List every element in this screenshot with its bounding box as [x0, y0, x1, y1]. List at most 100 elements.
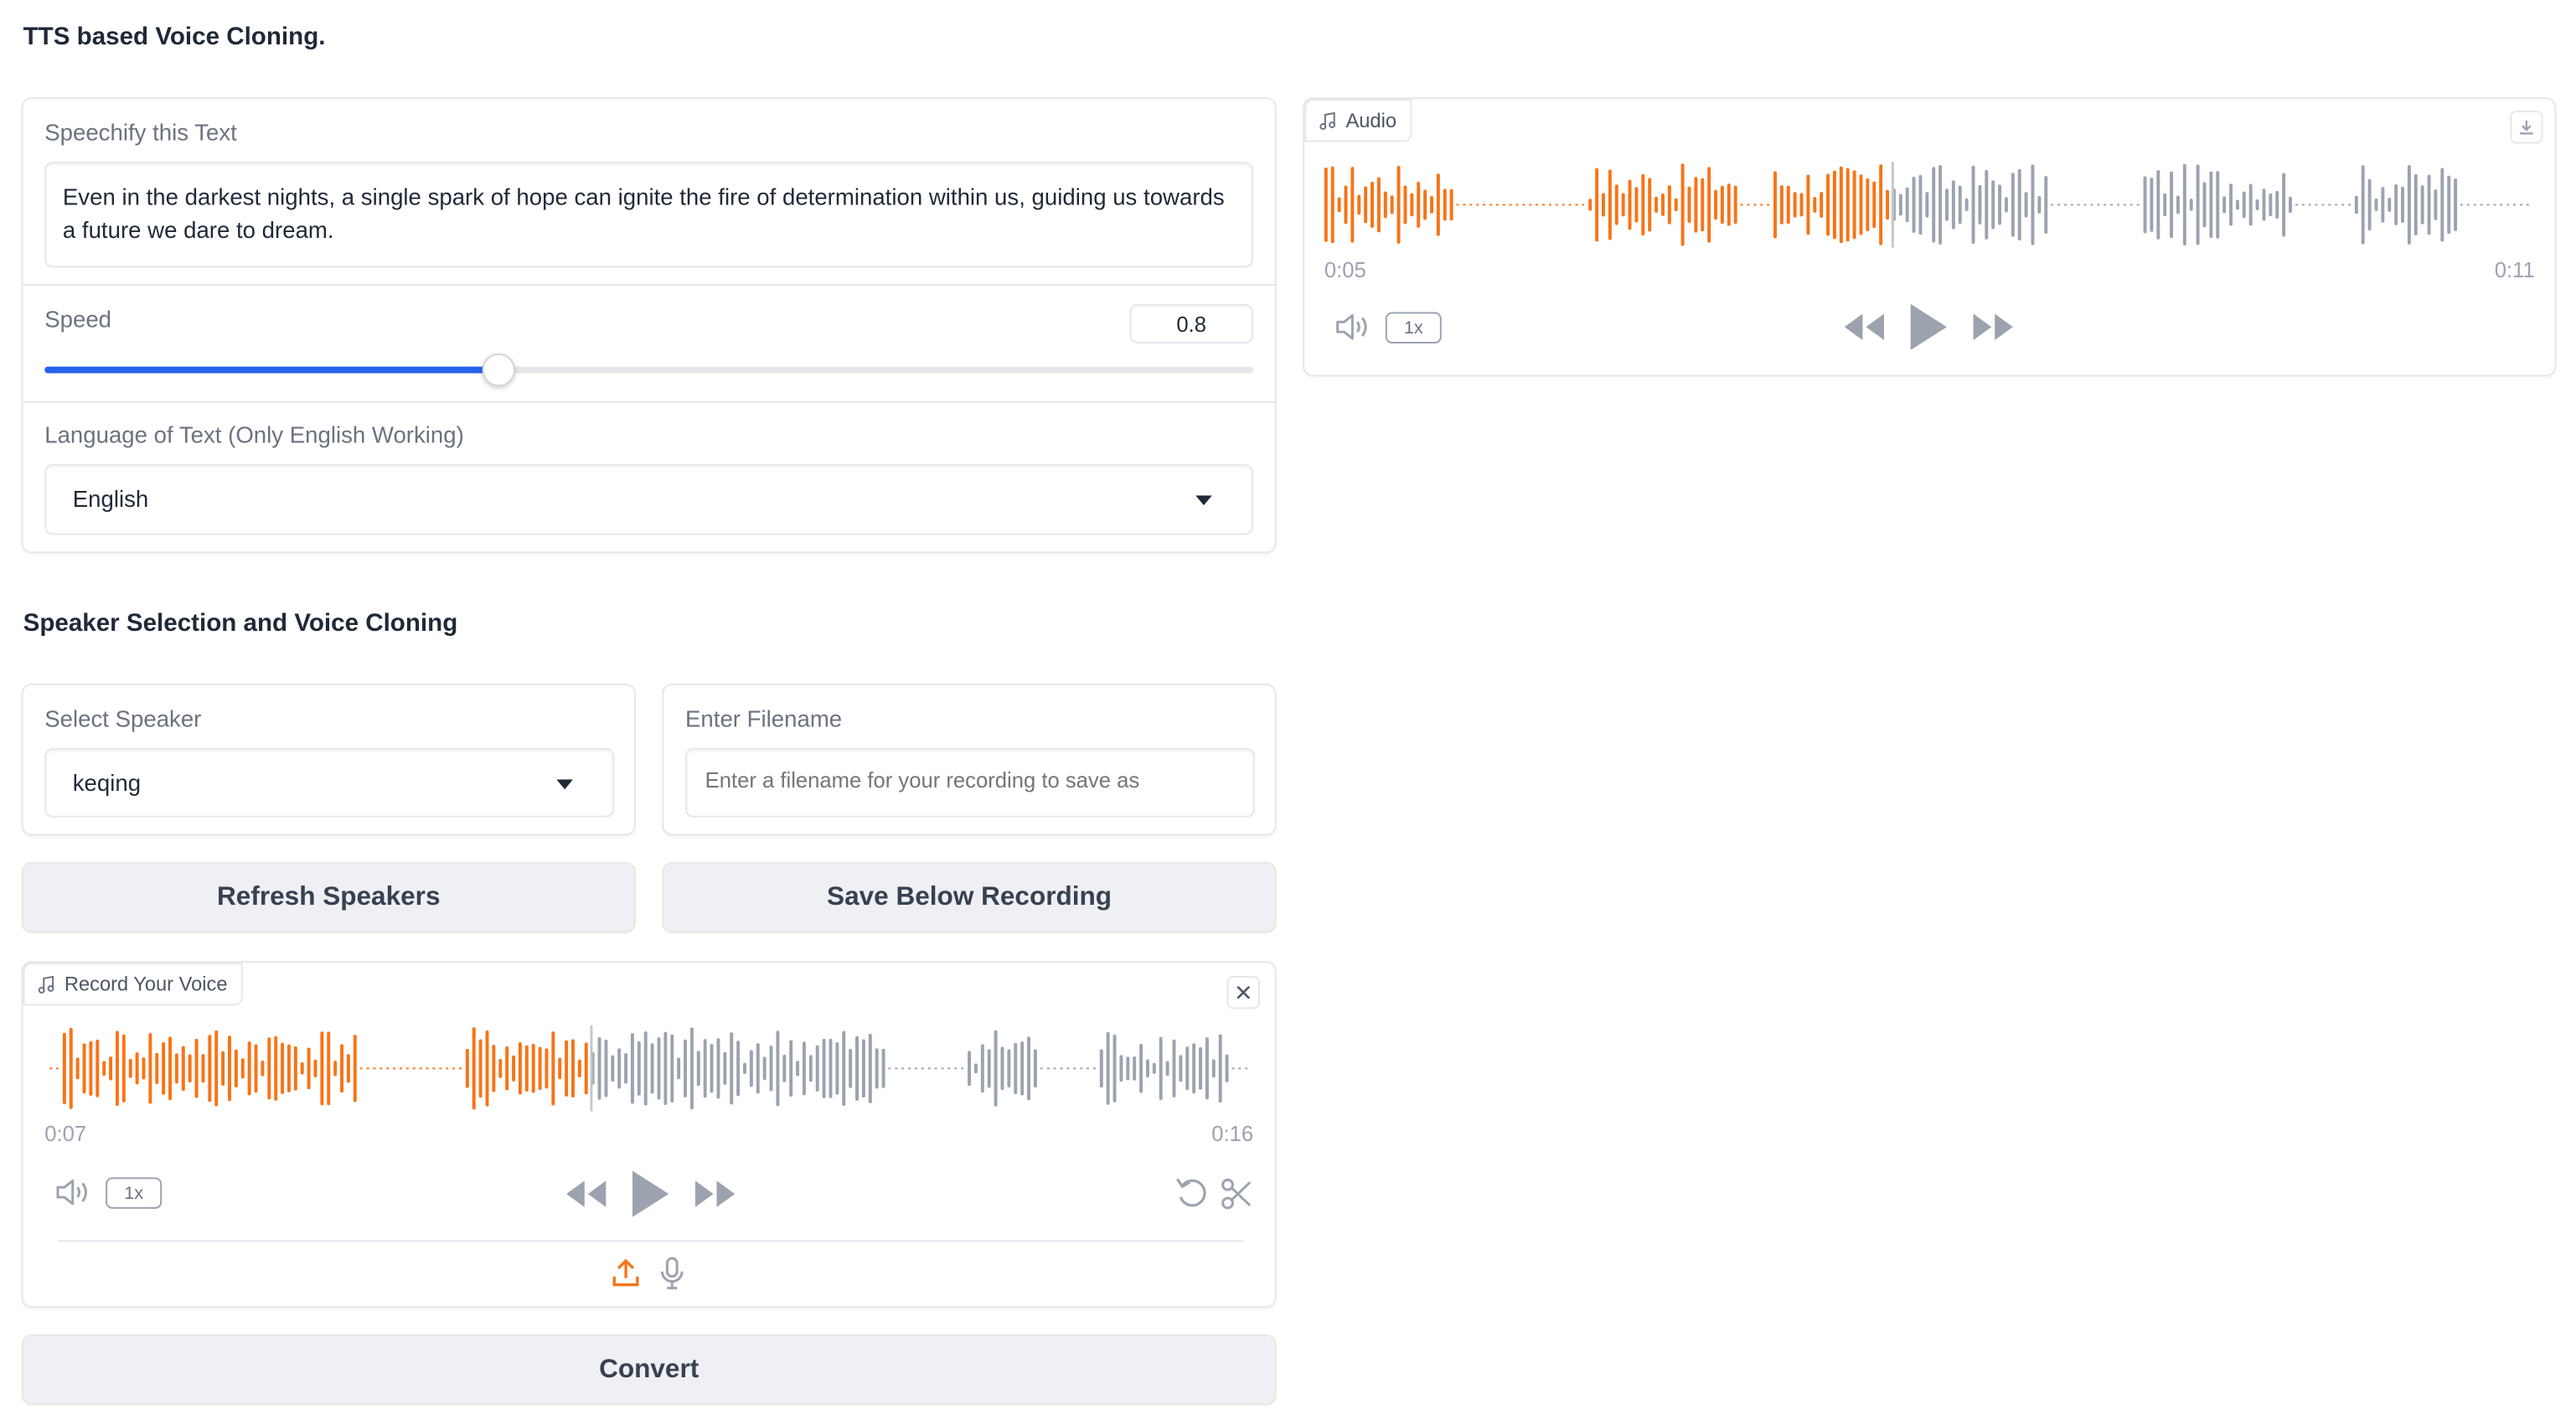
- play-icon[interactable]: [1910, 303, 1947, 350]
- waveform-silence: [393, 1067, 396, 1070]
- output-waveform[interactable]: [1321, 158, 2535, 250]
- output-audio-panel: Audio 0:05 0:11 1x: [1303, 97, 2557, 377]
- waveform-bar: [1839, 166, 1843, 244]
- waveform-bar: [254, 1044, 258, 1093]
- waveform-silence: [1053, 1067, 1056, 1070]
- scissors-icon[interactable]: [1221, 1177, 1253, 1210]
- microphone-icon[interactable]: [658, 1257, 685, 1289]
- convert-button[interactable]: Convert: [21, 1334, 1277, 1406]
- waveform-bar: [2282, 173, 2286, 237]
- waveform-bar: [2454, 178, 2458, 231]
- waveform-silence: [2301, 204, 2305, 206]
- waveform-bar: [1218, 1034, 1222, 1103]
- audio-tag-label: Audio: [1345, 109, 1397, 132]
- waveform-bar: [2209, 171, 2213, 239]
- waveform-bar: [287, 1044, 291, 1092]
- waveform-bar: [465, 1048, 469, 1088]
- fast-forward-icon[interactable]: [1973, 313, 2013, 341]
- save-recording-button[interactable]: Save Below Recording: [662, 861, 1277, 933]
- waveform-bar: [617, 1048, 622, 1089]
- download-icon[interactable]: [2510, 111, 2543, 144]
- waveform-bar: [2354, 195, 2358, 214]
- close-icon[interactable]: [1226, 975, 1260, 1009]
- waveform-bar: [281, 1042, 285, 1095]
- playback-cursor[interactable]: [1891, 162, 1894, 248]
- waveform-bar: [1694, 177, 1698, 233]
- waveform-bar: [611, 1055, 615, 1082]
- record-waveform[interactable]: [46, 1022, 1255, 1114]
- waveform-bar: [1826, 173, 1830, 236]
- speed-slider-thumb[interactable]: [481, 353, 515, 387]
- upload-icon[interactable]: [612, 1258, 639, 1288]
- waveform-bar: [1918, 174, 1923, 235]
- waveform-silence: [373, 1067, 376, 1070]
- waveform-bar: [1806, 174, 1810, 235]
- record-playback-rate-button[interactable]: 1x: [106, 1177, 163, 1209]
- fast-forward-icon[interactable]: [694, 1180, 736, 1207]
- waveform-bar: [1879, 164, 1883, 245]
- waveform-silence: [1469, 204, 1473, 206]
- waveform-bar: [855, 1035, 859, 1101]
- waveform-bar: [710, 1044, 714, 1093]
- waveform-bar: [1925, 192, 1929, 218]
- waveform-bar: [2004, 197, 2008, 213]
- text-input[interactable]: Even in the darkest nights, a single spa…: [44, 162, 1254, 268]
- waveform-bar: [1621, 193, 1625, 217]
- volume-icon[interactable]: [1334, 312, 1371, 342]
- waveform-bar: [2381, 187, 2385, 223]
- waveform-bar: [333, 1061, 338, 1077]
- waveform-bar: [75, 1057, 80, 1080]
- waveform-bar: [174, 1053, 178, 1084]
- waveform-bar: [551, 1031, 555, 1106]
- rewind-icon[interactable]: [1844, 313, 1885, 341]
- output-playback-rate-button[interactable]: 1x: [1385, 312, 1442, 343]
- waveform-silence: [1060, 1067, 1063, 1070]
- waveform-silence: [921, 1067, 924, 1070]
- waveform-silence: [2051, 204, 2054, 206]
- waveform-bar: [1027, 1036, 1030, 1101]
- waveform-bar: [62, 1032, 66, 1104]
- waveform-bar: [749, 1050, 753, 1087]
- waveform-bar: [2388, 197, 2392, 212]
- select-speaker-panel: Select Speaker keqing: [21, 684, 636, 836]
- waveform-bar: [1145, 1059, 1149, 1078]
- waveform-silence: [927, 1067, 931, 1070]
- rewind-icon[interactable]: [566, 1180, 607, 1207]
- waveform-bar: [2407, 164, 2411, 245]
- waveform-bar: [2248, 183, 2253, 226]
- waveform-bar: [505, 1046, 509, 1091]
- playback-cursor[interactable]: [590, 1025, 593, 1112]
- waveform-bar: [1971, 165, 1975, 245]
- waveform-bar: [762, 1056, 767, 1081]
- waveform-bar: [789, 1040, 793, 1097]
- waveform-bar: [1211, 1059, 1216, 1078]
- speaker-section-heading: Speaker Selection and Voice Cloning: [23, 609, 458, 638]
- waveform-bar: [1978, 184, 1982, 225]
- waveform-bar: [1205, 1037, 1209, 1100]
- waveform-silence: [2493, 204, 2496, 206]
- volume-icon[interactable]: [54, 1177, 90, 1206]
- waveform-bar: [1330, 166, 1334, 244]
- waveform-bar: [696, 1051, 700, 1087]
- waveform-bar: [1852, 170, 1856, 240]
- waveform-bar: [2427, 174, 2431, 235]
- waveform-bar: [980, 1044, 984, 1093]
- speaker-dropdown[interactable]: keqing: [44, 747, 615, 818]
- waveform-bar: [1886, 189, 1889, 220]
- waveform-bar: [267, 1037, 271, 1100]
- waveform-silence: [1548, 204, 1551, 206]
- language-dropdown[interactable]: English: [44, 463, 1254, 535]
- waveform-bar: [571, 1039, 575, 1098]
- waveform-bar: [716, 1038, 720, 1099]
- speed-slider[interactable]: [44, 353, 1254, 387]
- play-icon[interactable]: [632, 1170, 669, 1217]
- waveform-bar: [102, 1061, 106, 1077]
- waveform-bar: [2434, 189, 2438, 220]
- waveform-bar: [2447, 175, 2451, 235]
- waveform-bar: [1106, 1031, 1110, 1105]
- speed-value-input[interactable]: 0.8: [1129, 303, 1254, 343]
- waveform-silence: [1483, 204, 1486, 206]
- undo-icon[interactable]: [1174, 1175, 1210, 1208]
- filename-input[interactable]: [685, 747, 1256, 818]
- refresh-speakers-button[interactable]: Refresh Speakers: [21, 861, 636, 933]
